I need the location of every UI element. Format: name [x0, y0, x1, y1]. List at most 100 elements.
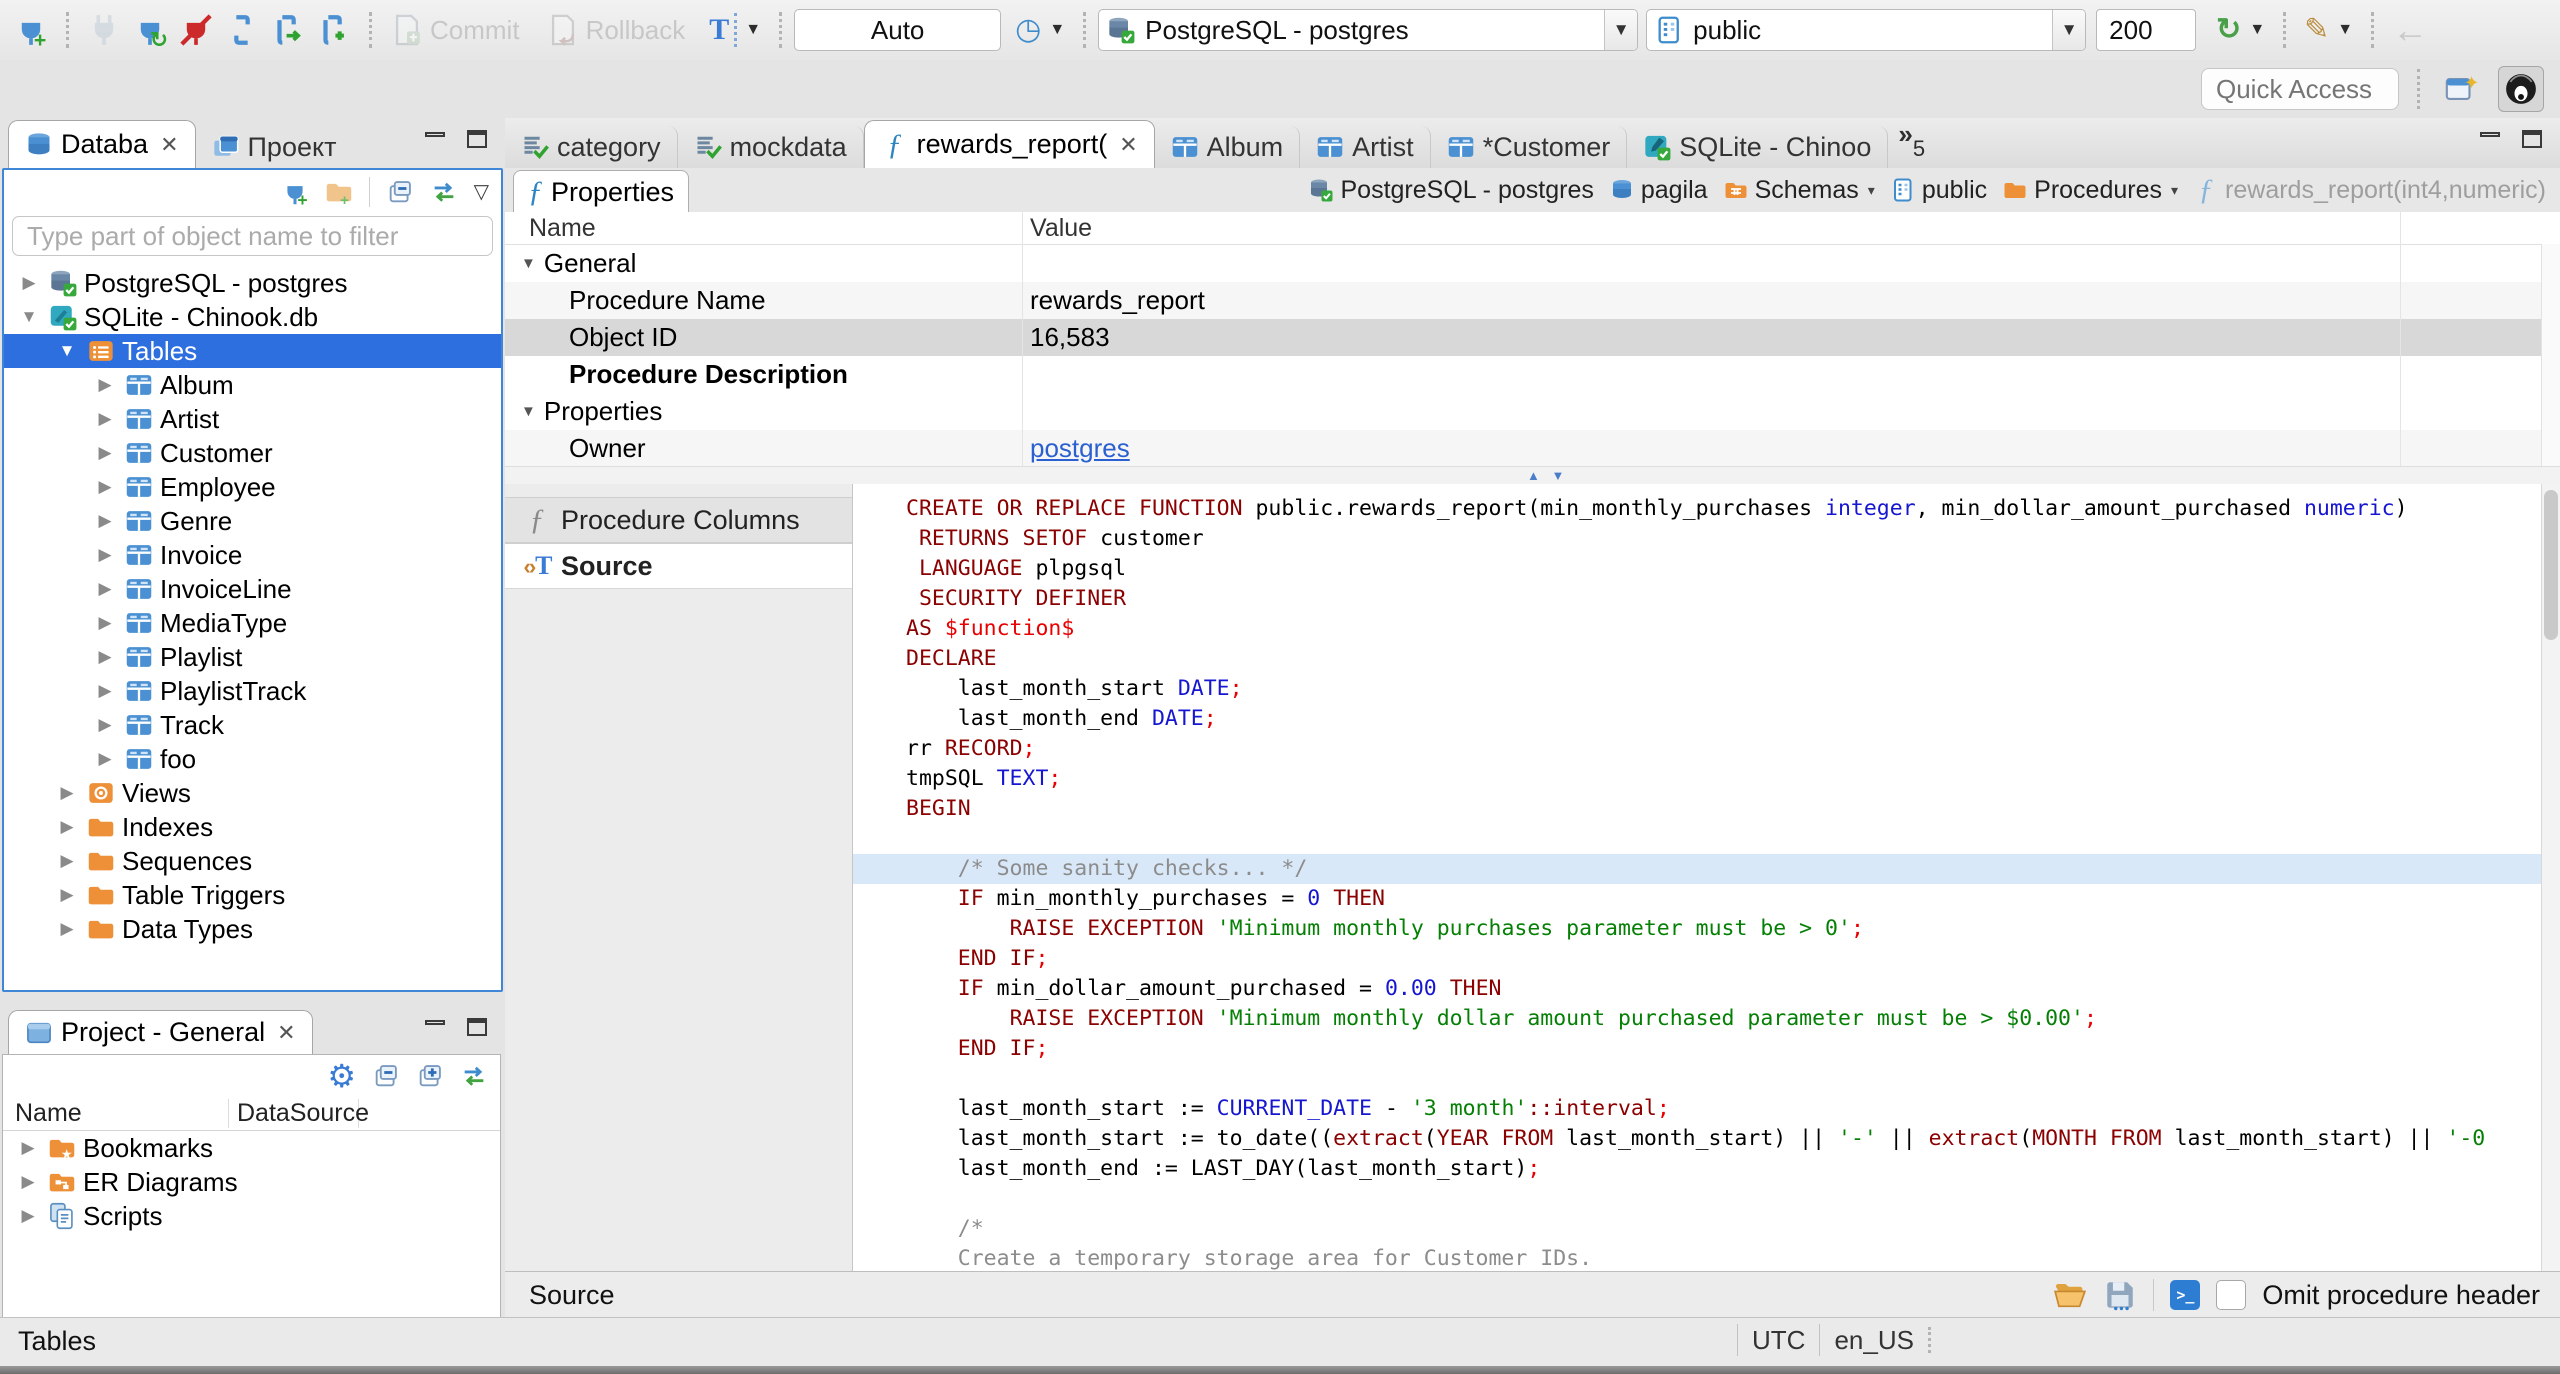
expand-arrow-icon[interactable]: ▶: [15, 1172, 41, 1192]
collapse-arrow-icon[interactable]: ▼: [54, 341, 80, 361]
open-sql-script-button[interactable]: [265, 6, 311, 54]
dbeaver-perspective-button[interactable]: [2498, 66, 2544, 112]
minimize-icon[interactable]: [425, 1016, 447, 1042]
expand-arrow-icon[interactable]: ▶: [92, 715, 118, 735]
property-value[interactable]: 16,583: [1022, 322, 2560, 353]
connection-dropdown-button[interactable]: ▼: [1604, 10, 1638, 50]
breadcrumb-postgresql-postgres[interactable]: PostgreSQL - postgres: [1309, 176, 1594, 205]
new-connection-button[interactable]: path d="M8 1.5v5.5M16 1.5v5.5" stroke="#…: [281, 178, 309, 206]
tree-item-playlisttrack[interactable]: ▶ PlaylistTrack: [4, 674, 501, 708]
link-with-editor-button[interactable]: [460, 1062, 488, 1090]
expand-arrow-icon[interactable]: ▶: [54, 817, 80, 837]
new-connection-button[interactable]: path d="M8 1.5v5.5M16 1.5v5.5" stroke="#…: [8, 6, 54, 54]
expand-arrow-icon[interactable]: ▶: [92, 749, 118, 769]
load-from-file-button[interactable]: [2053, 1278, 2087, 1312]
project-item-scripts[interactable]: ▶ Scripts: [3, 1199, 500, 1233]
expand-arrow-icon[interactable]: ▶: [92, 579, 118, 599]
expand-arrow-icon[interactable]: ▶: [92, 511, 118, 531]
expand-arrow-icon[interactable]: ▶: [54, 885, 80, 905]
expand-arrow-icon[interactable]: ▶: [54, 783, 80, 803]
connect-button[interactable]: [81, 6, 127, 54]
close-icon[interactable]: ✕: [1119, 132, 1137, 158]
new-sql-editor-button[interactable]: [219, 6, 265, 54]
schema-select[interactable]: public ▼: [1646, 9, 2087, 51]
minimize-icon[interactable]: [2480, 128, 2502, 154]
tree-item-views[interactable]: ▶ Views: [4, 776, 501, 810]
editor-tab-category[interactable]: category: [505, 126, 678, 168]
omit-procedure-header-label[interactable]: Omit procedure header: [2262, 1280, 2540, 1311]
editor-tab-rewards-report[interactable]: ƒ rewards_report(✕: [863, 120, 1155, 169]
expand-arrow-icon[interactable]: ▶: [54, 919, 80, 939]
tree-item-table-triggers[interactable]: ▶ Table Triggers: [4, 878, 501, 912]
expand-arrow-icon[interactable]: ▶: [92, 477, 118, 497]
tree-item-indexes[interactable]: ▶ Indexes: [4, 810, 501, 844]
subtab-procedure-columns[interactable]: ƒ Procedure Columns: [505, 497, 852, 543]
tree-item-invoice[interactable]: ▶ Invoice: [4, 538, 501, 572]
locale-label[interactable]: en_US: [1834, 1325, 1914, 1356]
schema-dropdown-button[interactable]: ▼: [2052, 10, 2086, 50]
editor-tab-sqlite-chinoo[interactable]: SQLite - Chinoo: [1627, 126, 1889, 168]
tree-item-sequences[interactable]: ▶ Sequences: [4, 844, 501, 878]
property-value[interactable]: rewards_report: [1022, 285, 2560, 316]
pane-splitter[interactable]: ▲ ▼: [505, 466, 2560, 486]
tree-item-invoiceline[interactable]: ▶ InvoiceLine: [4, 572, 501, 606]
tree-item-track[interactable]: ▶ Track: [4, 708, 501, 742]
expand-arrow-icon[interactable]: ▶: [16, 273, 42, 293]
quick-access-input[interactable]: [2201, 68, 2399, 110]
project-item-er-diagrams[interactable]: ▶ ER Diagrams: [3, 1165, 500, 1199]
maximize-icon[interactable]: [2522, 128, 2544, 154]
omit-procedure-header-checkbox[interactable]: [2216, 1280, 2247, 1310]
property-value[interactable]: postgres: [1022, 433, 2560, 464]
close-icon[interactable]: ✕: [277, 1020, 295, 1046]
transaction-log-button[interactable]: ◷ ▼: [1009, 6, 1071, 54]
chevron-down-icon[interactable]: ▾: [1868, 182, 1875, 199]
property-row-properties[interactable]: ▼ Properties: [505, 393, 2560, 430]
refresh-button[interactable]: ↻ ▼: [2210, 6, 2271, 54]
maximize-icon[interactable]: [467, 1016, 489, 1042]
property-row-general[interactable]: ▼ General: [505, 245, 2560, 282]
subtab-source[interactable]: ‹›T Source: [505, 543, 852, 589]
expand-arrow-icon[interactable]: ▶: [92, 647, 118, 667]
tree-item-album[interactable]: ▶ Album: [4, 368, 501, 402]
back-button[interactable]: ←: [2386, 6, 2434, 54]
properties-scrollbar[interactable]: [2541, 244, 2560, 466]
tree-item-customer[interactable]: ▶ Customer: [4, 436, 501, 470]
property-row-procedure-description[interactable]: Procedure Description: [505, 356, 2560, 393]
source-code-editor[interactable]: CREATE OR REPLACE FUNCTION public.reward…: [853, 484, 2542, 1272]
open-in-sql-console-icon[interactable]: >_: [2170, 1280, 2201, 1310]
owner-link[interactable]: postgres: [1030, 433, 1130, 463]
new-sql-script-button[interactable]: [311, 6, 357, 54]
column-header-name[interactable]: Name: [505, 214, 1022, 243]
commit-button[interactable]: Commit: [384, 6, 526, 54]
breadcrumb-pagila[interactable]: pagila: [1610, 176, 1708, 205]
tree-item-sqlite-chinook-db[interactable]: ▼ SQLite - Chinook.db: [4, 300, 501, 334]
timezone-label[interactable]: UTC: [1752, 1325, 1805, 1356]
tree-item-employee[interactable]: ▶ Employee: [4, 470, 501, 504]
expand-all-button[interactable]: [416, 1062, 444, 1090]
collapse-all-button[interactable]: [372, 1062, 400, 1090]
tree-item-genre[interactable]: ▶ Genre: [4, 504, 501, 538]
rollback-button[interactable]: Rollback: [540, 6, 692, 54]
reconnect-button[interactable]: path d="M8 1.5v5.5M16 1.5v5.5" stroke="#…: [127, 6, 173, 54]
collapse-arrow-icon[interactable]: ▼: [16, 307, 42, 327]
minimize-icon[interactable]: [425, 128, 447, 154]
tab-overflow-button[interactable]: » 5: [1898, 121, 1925, 162]
object-filter-input[interactable]: [12, 216, 493, 256]
breadcrumb-rewards-report-int4-numeric[interactable]: ƒ rewards_report(int4,numeric): [2194, 175, 2546, 205]
expand-arrow-icon[interactable]: ▶: [92, 409, 118, 429]
expand-arrow-icon[interactable]: ▶: [15, 1138, 41, 1158]
tree-item-mediatype[interactable]: ▶ MediaType: [4, 606, 501, 640]
link-with-editor-button[interactable]: [430, 178, 458, 206]
expand-arrow-icon[interactable]: ▶: [92, 613, 118, 633]
tree-item-artist[interactable]: ▶ Artist: [4, 402, 501, 436]
gear-icon[interactable]: ⚙: [327, 1060, 356, 1092]
scrollbar-thumb[interactable]: [2544, 490, 2558, 640]
tab-database-navigator[interactable]: Databa ✕: [8, 120, 196, 169]
expand-arrow-icon[interactable]: ▶: [92, 545, 118, 565]
collapse-arrow-icon[interactable]: ▼: [521, 403, 536, 420]
column-divider[interactable]: [1022, 212, 1023, 466]
column-header-value[interactable]: Value: [1022, 214, 1092, 243]
expand-arrow-icon[interactable]: ▶: [92, 375, 118, 395]
tree-item-foo[interactable]: ▶ foo: [4, 742, 501, 776]
column-divider[interactable]: [2400, 212, 2401, 466]
